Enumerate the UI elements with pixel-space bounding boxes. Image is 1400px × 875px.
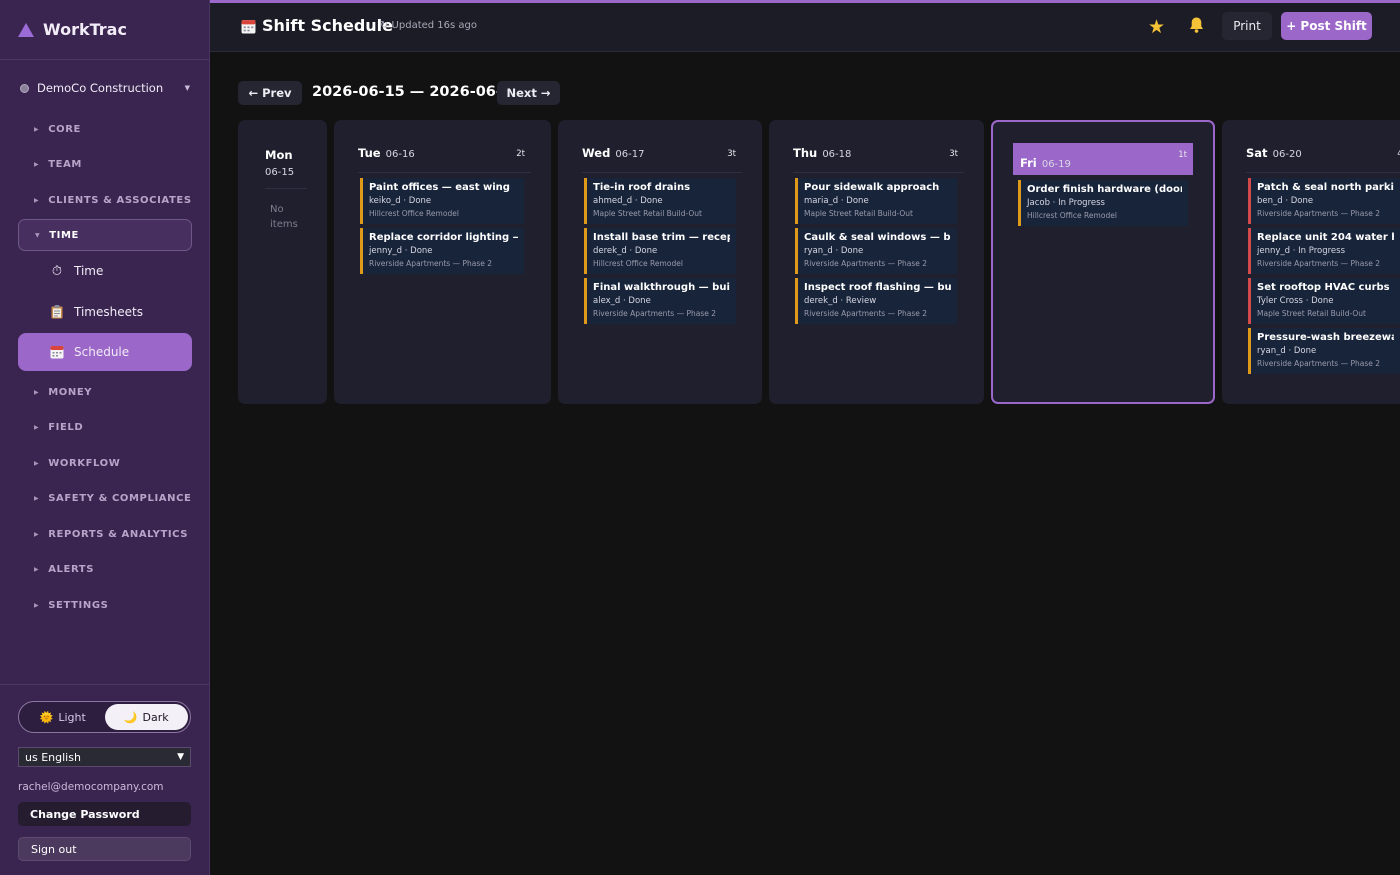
task-card[interactable]: Install base trim — reception derek_d · … xyxy=(584,228,736,274)
sidebar-footer: 🌞 Light 🌙 Dark us English ▼ rachel@democom… xyxy=(0,684,210,875)
task-card[interactable]: Replace corridor lighting — bldg B jenny… xyxy=(360,228,524,274)
chevron-down-icon: ▼ xyxy=(177,752,184,762)
language-select[interactable]: us English ▼ xyxy=(18,747,191,767)
task-count-badge: 1t xyxy=(1178,150,1187,160)
day-header: Fri 06-19 1t xyxy=(1013,143,1193,175)
caret-right-icon: ▶ xyxy=(34,494,40,502)
day-header: Mon 06-15 xyxy=(265,148,307,189)
day-column-mon: Mon 06-15 No items xyxy=(238,120,327,404)
nav-section-team[interactable]: ▶ TEAM xyxy=(18,148,192,180)
task-count-badge: 3t xyxy=(727,149,736,159)
sidebar: WorkTrac DemoCo Construction ▼ ▶ CORE ▶ TE… xyxy=(0,0,210,875)
top-bar: Shift Schedule ↻ Updated 16s ago ★ Print… xyxy=(210,0,1400,52)
sign-out-button[interactable]: Sign out xyxy=(18,837,191,861)
day-column-tue: Tue 06-16 2t Paint offices — east wing k… xyxy=(334,120,551,404)
caret-right-icon: ▶ xyxy=(34,459,40,467)
nav-section-clients[interactable]: ▶ CLIENTS & ASSOCIATES xyxy=(18,184,192,216)
task-card[interactable]: Caulk & seal windows — bldg C ryan_d · D… xyxy=(795,228,957,274)
updated-status: ↻ Updated 16s ago xyxy=(380,20,478,31)
caret-right-icon: ▶ xyxy=(34,565,40,573)
brand-logo-icon xyxy=(18,22,34,37)
post-shift-button[interactable]: + Post Shift xyxy=(1281,12,1372,40)
day-column-thu: Thu 06-18 3t Pour sidewalk approach mari… xyxy=(769,120,984,404)
task-count-badge: 2t xyxy=(516,149,525,159)
calendar-icon xyxy=(241,19,256,34)
org-name: DemoCo Construction xyxy=(37,81,164,95)
caret-right-icon: ▶ xyxy=(34,423,40,431)
task-card[interactable]: Paint offices — east wing keiko_d · Done… xyxy=(360,178,524,224)
day-column-sat: Sat 06-20 4t Patch & seal north parking … xyxy=(1222,120,1400,404)
star-icon[interactable]: ★ xyxy=(1148,16,1165,38)
nav-section-safety[interactable]: ▶ SAFETY & COMPLIANCE xyxy=(18,482,192,514)
sun-icon: 🌞 xyxy=(39,710,54,724)
nav-section-workflow[interactable]: ▶ WORKFLOW xyxy=(18,447,192,479)
org-switcher[interactable]: DemoCo Construction ▼ xyxy=(20,78,190,98)
nav-section-field[interactable]: ▶ FIELD xyxy=(18,411,192,443)
caret-right-icon: ▶ xyxy=(34,160,40,168)
nav-section-time[interactable]: ▼ TIME xyxy=(18,219,192,251)
next-week-button[interactable]: Next → xyxy=(497,81,560,105)
day-header: Sat 06-20 4t xyxy=(1246,142,1400,173)
day-column-fri-today: Fri 06-19 1t Order finish hardware (door… xyxy=(991,120,1215,404)
task-card[interactable]: Replace unit 204 water heater jenny_d · … xyxy=(1248,228,1400,274)
nav-section-reports[interactable]: ▶ REPORTS & ANALYTICS xyxy=(18,518,192,550)
task-card[interactable]: Order finish hardware (doors/locks) Jaco… xyxy=(1018,180,1188,226)
theme-dark-option[interactable]: 🌙 Dark xyxy=(104,704,188,730)
stopwatch-icon: ⏱ xyxy=(51,263,63,279)
theme-light-option[interactable]: 🌞 Light xyxy=(21,704,105,730)
sidebar-item-schedule[interactable]: Schedule xyxy=(18,333,192,371)
sidebar-item-time[interactable]: ⏱ Time xyxy=(18,252,192,290)
clipboard-icon xyxy=(50,305,64,319)
calendar-icon xyxy=(50,345,64,359)
caret-right-icon: ▶ xyxy=(34,125,40,133)
bell-icon[interactable] xyxy=(1188,16,1205,39)
change-password-button[interactable]: Change Password xyxy=(18,802,191,826)
nav-section-core[interactable]: ▶ CORE xyxy=(18,113,192,145)
task-card[interactable]: Set rooftop HVAC curbs Tyler Cross · Don… xyxy=(1248,278,1400,324)
caret-right-icon: ▶ xyxy=(34,530,40,538)
page-title: Shift Schedule xyxy=(262,16,394,35)
nav-section-settings[interactable]: ▶ SETTINGS xyxy=(18,589,192,621)
task-card[interactable]: Final walkthrough — building A alex_d · … xyxy=(584,278,736,324)
nav-section-alerts[interactable]: ▶ ALERTS xyxy=(18,553,192,585)
task-card[interactable]: Pour sidewalk approach maria_d · Done Ma… xyxy=(795,178,957,224)
day-header: Tue 06-16 2t xyxy=(358,142,531,173)
empty-day-text: No items xyxy=(270,204,298,230)
task-card[interactable]: Inspect roof flashing — building B derek… xyxy=(795,278,957,324)
prev-week-button[interactable]: ← Prev xyxy=(238,81,302,105)
brand-name: WorkTrac xyxy=(43,20,127,39)
caret-right-icon: ▶ xyxy=(34,196,40,204)
brand[interactable]: WorkTrac xyxy=(0,0,209,60)
task-card[interactable]: Tie-in roof drains ahmed_d · Done Maple … xyxy=(584,178,736,224)
caret-right-icon: ▶ xyxy=(34,388,40,396)
caret-down-icon: ▼ xyxy=(35,231,41,239)
task-card[interactable]: Pressure-wash breezeways (A–D) ryan_d · … xyxy=(1248,328,1400,374)
day-header: Thu 06-18 3t xyxy=(793,142,964,173)
org-dot-icon xyxy=(20,83,29,93)
sidebar-item-timesheets[interactable]: Timesheets xyxy=(18,293,192,331)
print-button[interactable]: Print xyxy=(1222,12,1272,40)
day-column-wed: Wed 06-17 3t Tie-in roof drains ahmed_d … xyxy=(558,120,762,404)
user-email: rachel@democompany.com xyxy=(18,781,164,793)
theme-toggle[interactable]: 🌞 Light 🌙 Dark xyxy=(18,701,191,733)
task-card[interactable]: Patch & seal north parking lot ben_d · D… xyxy=(1248,178,1400,224)
caret-down-icon: ▼ xyxy=(184,84,190,92)
nav-section-money[interactable]: ▶ MONEY xyxy=(18,376,192,408)
day-header: Wed 06-17 3t xyxy=(582,142,742,173)
caret-right-icon: ▶ xyxy=(34,601,40,609)
moon-icon: 🌙 xyxy=(123,710,138,724)
task-count-badge: 3t xyxy=(949,149,958,159)
week-range: 2026-06-15 — 2026-06-21 xyxy=(312,84,523,100)
